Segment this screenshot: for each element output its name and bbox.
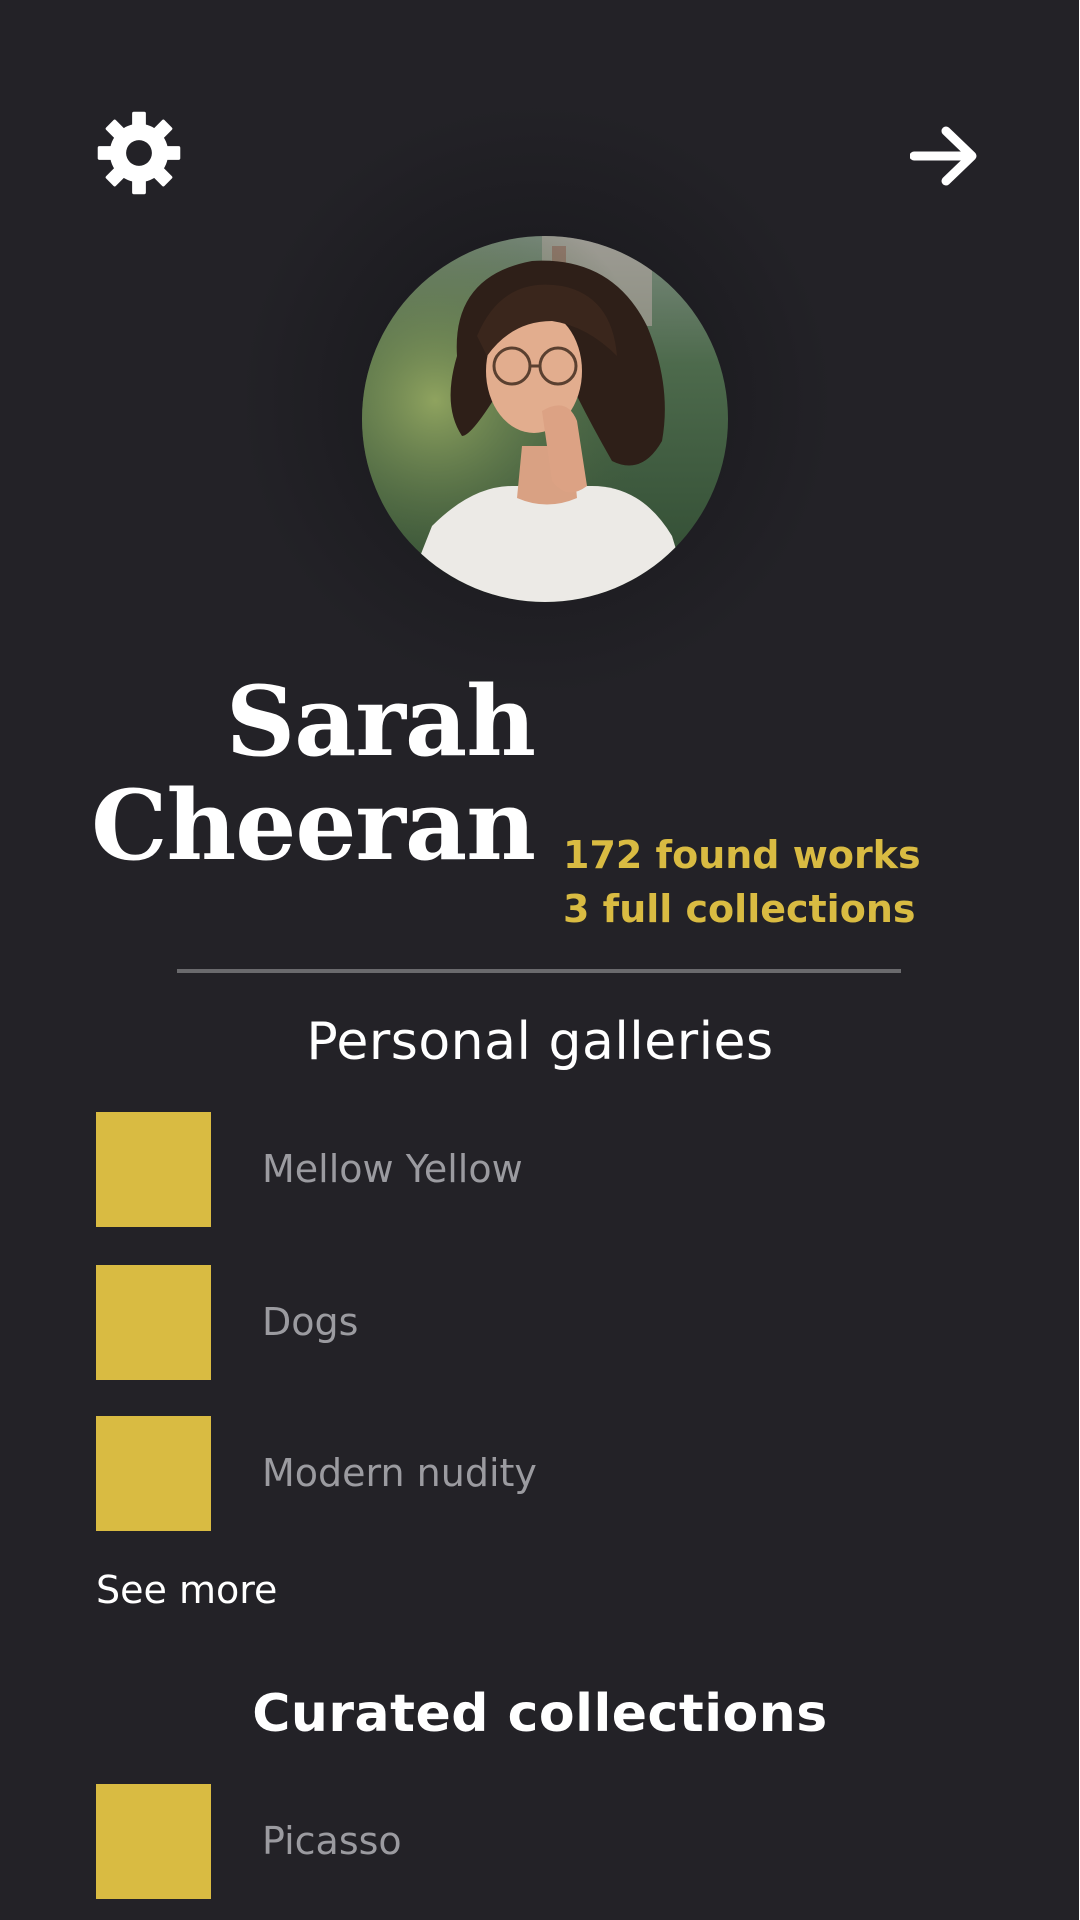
see-more-link[interactable]: See more (96, 1568, 277, 1612)
gallery-label: Dogs (262, 1300, 359, 1344)
avatar[interactable] (362, 236, 728, 602)
collection-label: Picasso (262, 1819, 402, 1863)
curated-collections-title: Curated collections (252, 1684, 828, 1744)
full-collections-count: 3 full collections (563, 887, 916, 931)
gallery-label: Modern nudity (262, 1451, 537, 1495)
profile-name: Sarah Cheeran (91, 665, 536, 882)
profile-photo (362, 236, 728, 602)
gallery-item[interactable]: Dogs (96, 1265, 896, 1380)
profile-stats: 172 found works 3 full collections (563, 828, 921, 936)
gallery-item[interactable]: Modern nudity (96, 1416, 896, 1531)
arrow-right-icon[interactable] (910, 125, 982, 187)
divider (177, 969, 901, 973)
gallery-thumbnail (96, 1416, 211, 1531)
gallery-thumbnail (96, 1265, 211, 1380)
last-name: Cheeran (91, 769, 536, 882)
collection-item[interactable]: Picasso (96, 1784, 896, 1899)
first-name: Sarah (225, 665, 536, 778)
gallery-label: Mellow Yellow (262, 1147, 523, 1191)
gallery-item[interactable]: Mellow Yellow (96, 1112, 896, 1227)
found-works-count: 172 found works (563, 833, 921, 877)
collection-thumbnail (96, 1784, 211, 1899)
gallery-thumbnail (96, 1112, 211, 1227)
personal-galleries-title: Personal galleries (306, 1012, 774, 1072)
gear-icon[interactable] (96, 110, 182, 196)
